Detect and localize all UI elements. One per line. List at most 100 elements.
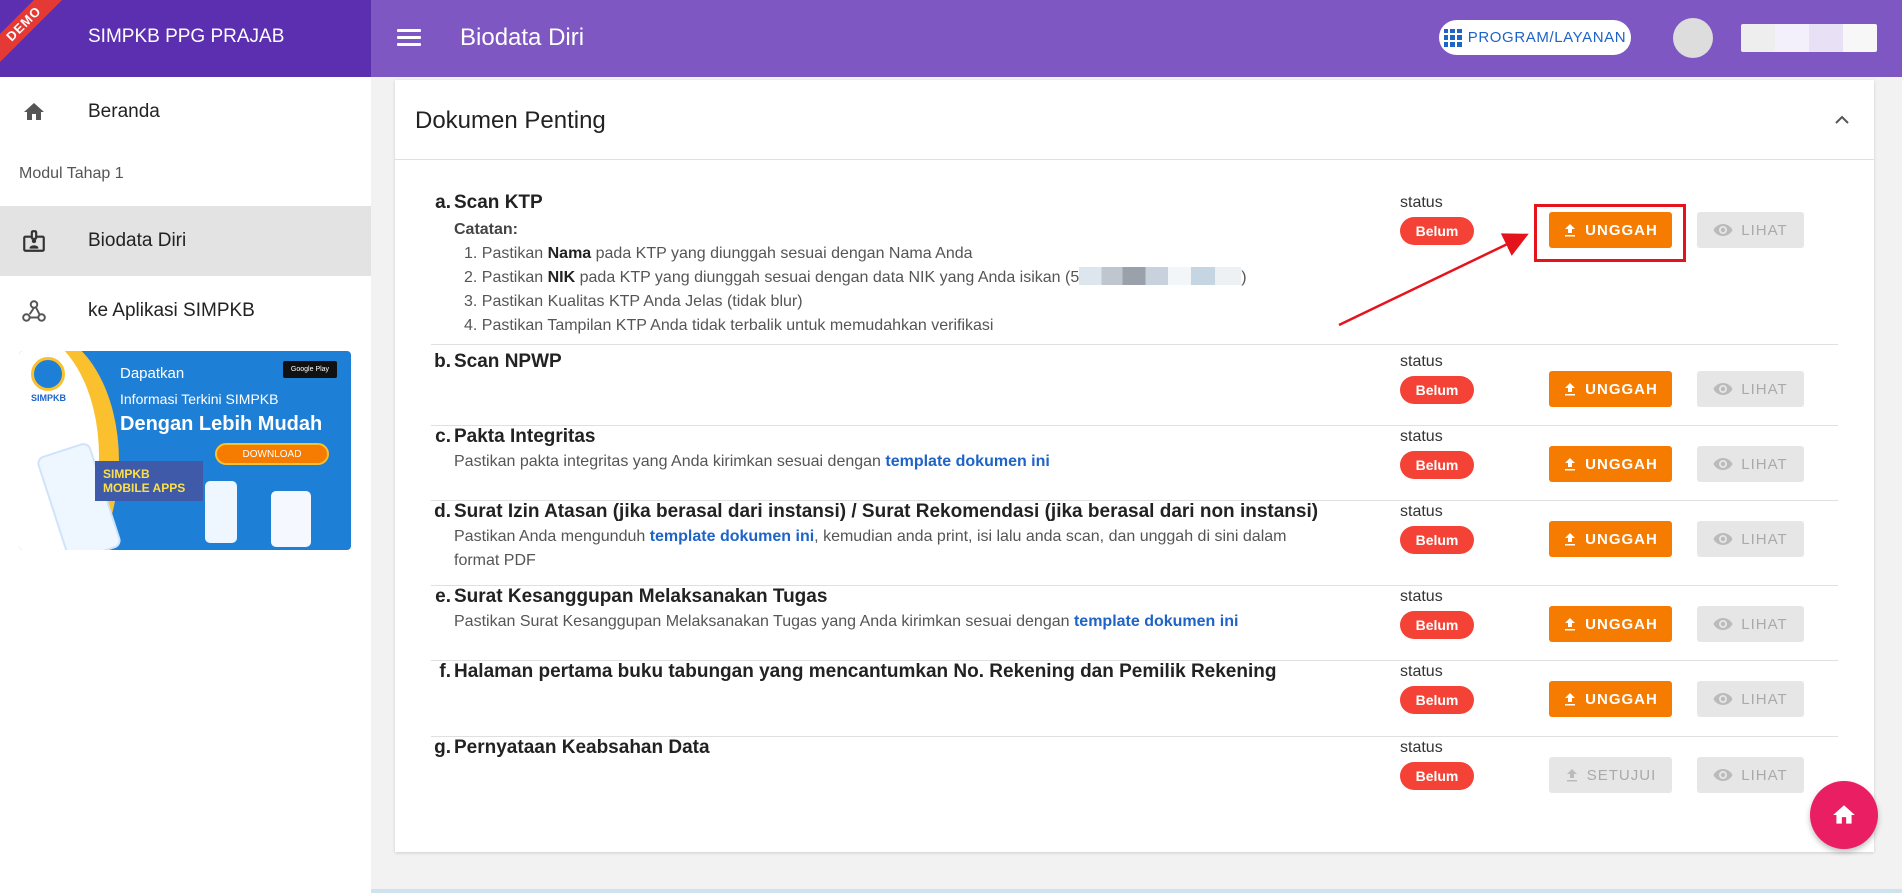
document-title: Halaman pertama buku tabungan yang menca… <box>454 661 1277 682</box>
banner-mobile-apps: SIMPKB MOBILE APPS <box>95 461 203 501</box>
document-row-surat-izin: d. Surat Izin Atasan (jika berasal dari … <box>431 501 1838 586</box>
unggah-button-kesanggupan[interactable]: UNGGAH <box>1549 606 1672 642</box>
sidebar-item-biodata-diri[interactable]: Biodata Diri <box>0 206 371 276</box>
eye-icon <box>1713 224 1733 236</box>
unggah-label: UNGGAH <box>1585 690 1658 708</box>
phone-illustration-icon <box>205 481 237 543</box>
unggah-label: UNGGAH <box>1585 380 1658 398</box>
document-row-npwp: b. Scan NPWP status Belum UNGGAH LIHAT <box>431 351 1838 426</box>
document-description: Pastikan Anda mengunduh template dokumen… <box>454 528 1287 569</box>
eye-icon <box>1713 693 1733 705</box>
unggah-button-pakta[interactable]: UNGGAH <box>1549 446 1672 482</box>
unggah-button-buku-tabungan[interactable]: UNGGAH <box>1549 681 1672 717</box>
lihat-label: LIHAT <box>1741 530 1788 548</box>
unggah-button-surat-izin[interactable]: UNGGAH <box>1549 521 1672 557</box>
status-label: status <box>1400 588 1443 605</box>
lihat-label: LIHAT <box>1741 615 1788 633</box>
template-link-kesanggupan[interactable]: template dokumen ini <box>1074 613 1238 630</box>
unggah-button-npwp[interactable]: UNGGAH <box>1549 371 1672 407</box>
status-label: status <box>1400 663 1443 680</box>
status-label: status <box>1400 353 1443 370</box>
sidebar-item-label: Beranda <box>88 101 160 122</box>
google-play-badge[interactable]: Google Play <box>283 361 337 378</box>
status-label: status <box>1400 428 1443 445</box>
document-title: Pakta Integritas <box>454 426 596 447</box>
lihat-button-npwp[interactable]: LIHAT <box>1697 371 1804 407</box>
brand-header: DEMO SIMPKB PPG PRAJAB <box>0 0 371 77</box>
app-title[interactable]: SIMPKB PPG PRAJAB <box>88 26 284 48</box>
home-icon <box>20 98 48 126</box>
program-layanan-button[interactable]: PROGRAM/LAYANAN <box>1439 20 1631 55</box>
lihat-label: LIHAT <box>1741 455 1788 473</box>
section-label-modul: Modul Tahap 1 <box>19 165 124 182</box>
lihat-button-ktp[interactable]: LIHAT <box>1697 212 1804 248</box>
document-notes: Catatan: 1. Pastikan Nama pada KTP yang … <box>454 218 1354 338</box>
lihat-button-kesanggupan[interactable]: LIHAT <box>1697 606 1804 642</box>
banner-line3: Dengan Lebih Mudah <box>120 413 323 435</box>
badge-icon <box>20 227 48 255</box>
sidebar: Beranda Modul Tahap 1 Biodata Diri ke Ap… <box>0 77 371 893</box>
template-link-surat-izin[interactable]: template dokumen ini <box>650 528 814 545</box>
document-row-pakta: c. Pakta Integritas Pastikan pakta integ… <box>431 426 1838 501</box>
lihat-label: LIHAT <box>1741 380 1788 398</box>
document-letter: a. <box>435 192 451 213</box>
lihat-label: LIHAT <box>1741 766 1788 784</box>
eye-icon <box>1713 458 1733 470</box>
unggah-label: UNGGAH <box>1585 615 1658 633</box>
lihat-button-surat-izin[interactable]: LIHAT <box>1697 521 1804 557</box>
lihat-button-pakta[interactable]: LIHAT <box>1697 446 1804 482</box>
mobile-app-banner[interactable]: SIMPKB Dapatkan Informasi Terkini SIMPKB… <box>19 351 351 550</box>
status-badge: Belum <box>1400 451 1474 479</box>
nik-redacted <box>1079 267 1242 285</box>
document-letter: f. <box>439 661 451 682</box>
nik-close: ) <box>1241 269 1247 286</box>
document-title: Pernyataan Keabsahan Data <box>454 737 710 758</box>
sidebar-item-beranda[interactable]: Beranda <box>0 77 371 147</box>
note-item: 3. Pastikan Kualitas KTP Anda Jelas (tid… <box>464 293 803 310</box>
status-label: status <box>1400 503 1443 520</box>
home-fab-button[interactable] <box>1810 781 1878 849</box>
user-name-redacted[interactable] <box>1741 24 1877 52</box>
bottom-divider <box>371 889 1902 893</box>
banner-line2: Informasi Terkini SIMPKB <box>120 391 279 407</box>
unggah-label: UNGGAH <box>1585 455 1658 473</box>
banner-line1: Dapatkan <box>120 365 185 382</box>
chevron-up-icon[interactable] <box>1830 108 1854 132</box>
eye-icon <box>1713 383 1733 395</box>
document-letter: d. <box>434 501 451 522</box>
demo-ribbon: DEMO <box>0 0 67 67</box>
notes-list: 1. Pastikan Nama pada KTP yang diunggah … <box>464 242 1354 338</box>
status-badge: Belum <box>1400 526 1474 554</box>
user-avatar[interactable] <box>1673 18 1713 58</box>
document-title: Scan NPWP <box>454 351 562 372</box>
sidebar-item-label: Biodata Diri <box>88 230 187 251</box>
page-title: Biodata Diri <box>460 24 585 51</box>
home-icon <box>1833 805 1855 824</box>
webhook-icon <box>20 297 48 325</box>
upload-icon <box>1566 769 1577 782</box>
apps-grid-icon <box>1443 28 1462 47</box>
template-link-pakta[interactable]: template dokumen ini <box>885 453 1049 470</box>
upload-icon <box>1565 458 1576 471</box>
eye-icon <box>1713 533 1733 545</box>
lihat-button-buku-tabungan[interactable]: LIHAT <box>1697 681 1804 717</box>
status-badge: Belum <box>1400 217 1474 245</box>
lihat-button-pernyataan[interactable]: LIHAT <box>1697 757 1804 793</box>
upload-icon <box>1565 693 1576 706</box>
document-title: Surat Izin Atasan (jika berasal dari ins… <box>454 501 1319 522</box>
card-header[interactable]: Dokumen Penting <box>395 80 1874 160</box>
status-badge: Belum <box>1400 611 1474 639</box>
status-label: status <box>1400 739 1443 756</box>
hamburger-menu-icon[interactable] <box>395 25 423 53</box>
annotation-highlight-box <box>1534 204 1686 262</box>
upload-icon <box>1565 618 1576 631</box>
document-description: Pastikan pakta integritas yang Anda kiri… <box>454 453 1050 470</box>
banner-download-button[interactable]: DOWNLOAD <box>215 443 329 465</box>
setujui-button[interactable]: SETUJUI <box>1549 757 1672 793</box>
document-letter: e. <box>435 586 451 607</box>
unggah-label: UNGGAH <box>1585 530 1658 548</box>
sidebar-item-aplikasi-simpkb[interactable]: ke Aplikasi SIMPKB <box>0 276 371 346</box>
sidebar-item-label: ke Aplikasi SIMPKB <box>88 300 255 321</box>
document-letter: g. <box>434 737 451 758</box>
note-item: 4. Pastikan Tampilan KTP Anda tidak terb… <box>464 317 994 334</box>
